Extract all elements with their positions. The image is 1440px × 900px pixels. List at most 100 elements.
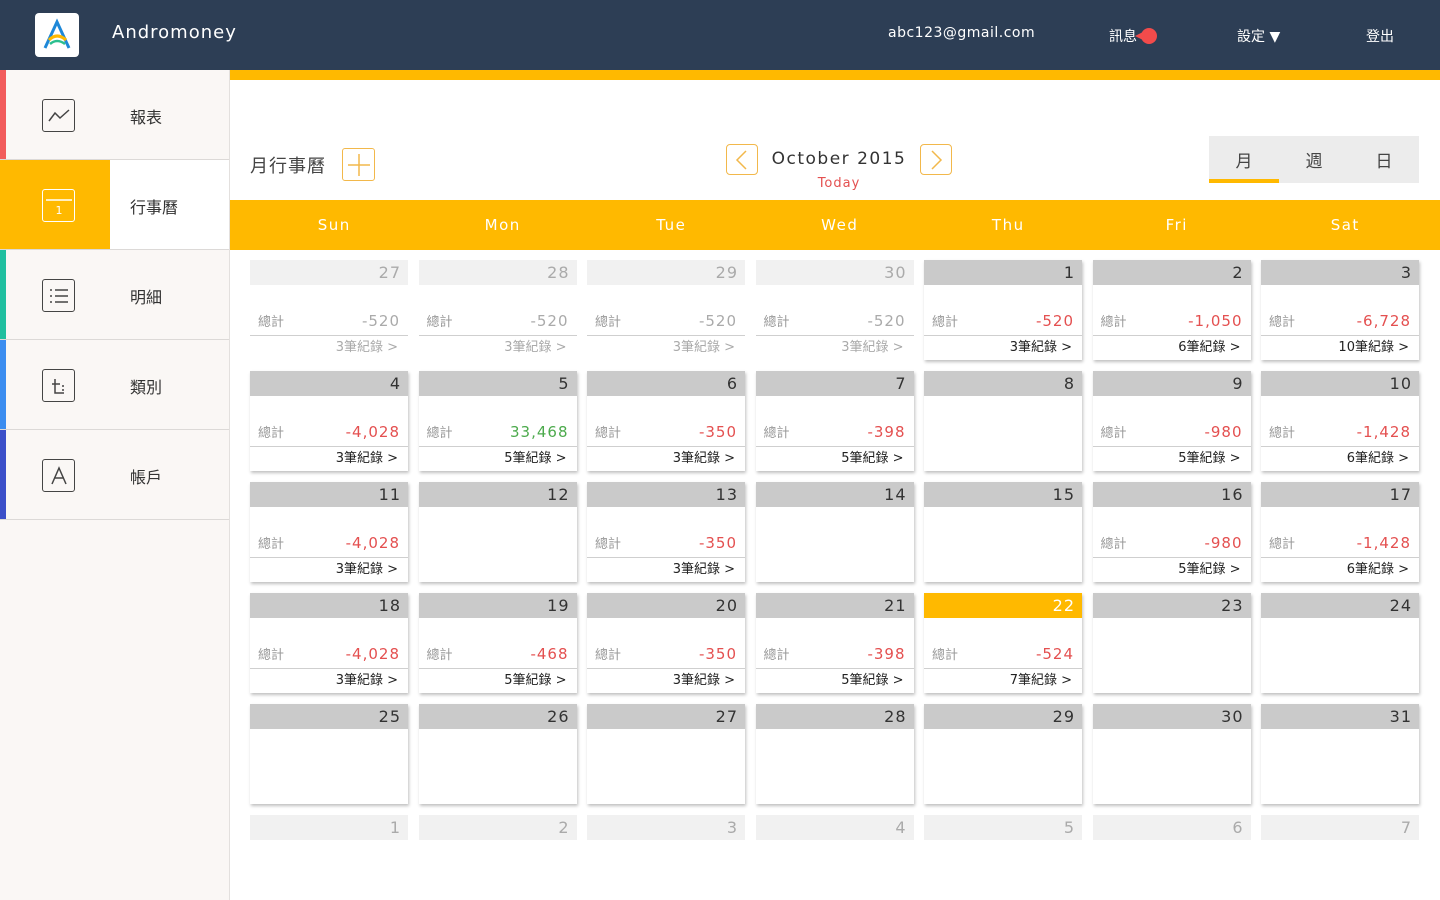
calendar-day-cell[interactable]: 6 <box>1092 815 1251 900</box>
calendar-day-cell[interactable]: 19 總計 -468 5筆紀錄 > <box>418 593 577 693</box>
total-amount: -520 <box>1035 312 1074 330</box>
logout-button[interactable]: 登出 <box>1366 26 1394 46</box>
calendar-day-cell[interactable]: 21 總計 -398 5筆紀錄 > <box>755 593 914 693</box>
calendar-day-cell[interactable]: 18 總計 -4,028 3筆紀錄 > <box>250 593 408 693</box>
next-month-button[interactable] <box>920 144 952 175</box>
calendar-day-cell[interactable]: 23 <box>1092 593 1251 693</box>
calendar-day-cell[interactable]: 26 <box>418 704 577 804</box>
calendar-day-cell[interactable]: 3 總計 -6,728 10筆紀錄 > <box>1261 260 1419 360</box>
calendar-day-cell[interactable]: 20 總計 -350 3筆紀錄 > <box>587 593 745 693</box>
day-total: 總計 -1,428 <box>1269 533 1411 552</box>
tab-week[interactable]: 週 <box>1279 136 1349 183</box>
calendar-day-cell[interactable]: 16 總計 -980 5筆紀錄 > <box>1092 482 1251 582</box>
records-link[interactable]: 6筆紀錄 > <box>1092 335 1251 360</box>
records-link[interactable]: 3筆紀錄 > <box>250 335 408 360</box>
accent-stripe <box>230 70 1440 80</box>
calendar-day-cell[interactable]: 29 總計 -520 3筆紀錄 > <box>587 260 745 360</box>
calendar-day-cell[interactable]: 4 <box>755 815 914 900</box>
tab-day[interactable]: 日 <box>1349 136 1419 183</box>
records-link[interactable]: 5筆紀錄 > <box>755 668 914 693</box>
calendar-day-cell[interactable]: 2 總計 -1,050 6筆紀錄 > <box>1092 260 1251 360</box>
records-link[interactable]: 3筆紀錄 > <box>250 668 408 693</box>
calendar-day-cell[interactable]: 17 總計 -1,428 6筆紀錄 > <box>1261 482 1419 582</box>
total-amount: -4,028 <box>345 534 400 552</box>
tab-month[interactable]: 月 <box>1209 136 1279 183</box>
chevron-left-icon <box>735 149 747 170</box>
records-link[interactable]: 3筆紀錄 > <box>587 668 745 693</box>
notification-badge-icon <box>1135 28 1157 44</box>
calendar-day-cell[interactable]: 4 總計 -4,028 3筆紀錄 > <box>250 371 408 471</box>
calendar-day-cell[interactable]: 7 <box>1261 815 1419 900</box>
calendar-day-cell[interactable]: 6 總計 -350 3筆紀錄 > <box>587 371 745 471</box>
calendar-day-cell[interactable]: 25 <box>250 704 408 804</box>
sidebar-item-calendar[interactable]: 1 行事曆 <box>0 160 229 250</box>
today-link[interactable]: Today <box>760 176 918 191</box>
calendar-day-cell[interactable]: 30 總計 -520 3筆紀錄 > <box>755 260 914 360</box>
weekday-label: Wed <box>821 216 859 234</box>
calendar-day-cell[interactable]: 5 <box>924 815 1082 900</box>
records-link[interactable]: 5筆紀錄 > <box>418 668 577 693</box>
day-number: 6 <box>587 371 745 396</box>
settings-menu[interactable]: 設定 ▼ <box>1237 26 1280 46</box>
records-link[interactable]: 7筆紀錄 > <box>924 668 1082 693</box>
calendar-day-cell[interactable]: 11 總計 -4,028 3筆紀錄 > <box>250 482 408 582</box>
calendar-day-cell[interactable]: 28 總計 -520 3筆紀錄 > <box>418 260 577 360</box>
sidebar-item-accounts[interactable]: 帳戶 <box>0 430 229 520</box>
calendar-day-cell[interactable]: 9 總計 -980 5筆紀錄 > <box>1092 371 1251 471</box>
calendar-day-cell[interactable]: 5 總計 33,468 5筆紀錄 > <box>418 371 577 471</box>
calendar-day-cell[interactable]: 29 <box>924 704 1082 804</box>
calendar-day-cell[interactable]: 3 <box>587 815 745 900</box>
calendar-day-cell[interactable]: 12 <box>418 482 577 582</box>
records-link[interactable]: 3筆紀錄 > <box>250 446 408 471</box>
sidebar-item-reports[interactable]: 報表 <box>0 70 229 160</box>
day-total: 總計 -4,028 <box>258 422 400 441</box>
calendar-day-cell[interactable]: 30 <box>1092 704 1251 804</box>
sidebar-item-details[interactable]: 明細 <box>0 250 229 340</box>
sidebar-item-label: 報表 <box>130 108 163 127</box>
records-link[interactable]: 5筆紀錄 > <box>1092 446 1251 471</box>
calendar-day-cell[interactable]: 15 <box>924 482 1082 582</box>
calendar-day-cell[interactable]: 31 <box>1261 704 1419 804</box>
app-logo[interactable] <box>35 13 79 57</box>
total-label: 總計 <box>595 537 622 552</box>
total-label: 總計 <box>595 426 622 441</box>
records-link[interactable]: 3筆紀錄 > <box>250 557 408 582</box>
records-link[interactable]: 10筆紀錄 > <box>1261 335 1419 360</box>
prev-month-button[interactable] <box>726 144 758 175</box>
calendar-day-cell[interactable]: 22 總計 -524 7筆紀錄 > <box>924 593 1082 693</box>
records-link[interactable]: 6筆紀錄 > <box>1261 446 1419 471</box>
sidebar-color-bar <box>0 340 6 429</box>
calendar-day-cell[interactable]: 7 總計 -398 5筆紀錄 > <box>755 371 914 471</box>
records-link[interactable]: 6筆紀錄 > <box>1261 557 1419 582</box>
records-link[interactable]: 3筆紀錄 > <box>924 335 1082 360</box>
records-link[interactable]: 3筆紀錄 > <box>755 335 914 360</box>
calendar-day-cell[interactable]: 2 <box>418 815 577 900</box>
calendar-day-cell[interactable]: 28 <box>755 704 914 804</box>
andromoney-logo-icon <box>43 18 71 49</box>
list-icon <box>42 279 75 312</box>
add-entry-button[interactable] <box>342 148 375 181</box>
calendar-day-cell[interactable]: 13 總計 -350 3筆紀錄 > <box>587 482 745 582</box>
calendar-day-cell[interactable]: 24 <box>1261 593 1419 693</box>
calendar-day-cell[interactable]: 8 <box>924 371 1082 471</box>
top-bar: Andromoney abc123@gmail.com 訊息 設定 ▼ 登出 <box>0 0 1440 70</box>
calendar-day-cell[interactable]: 27 <box>587 704 745 804</box>
calendar-day-cell[interactable]: 1 總計 -520 3筆紀錄 > <box>924 260 1082 360</box>
calendar-day-cell[interactable]: 10 總計 -1,428 6筆紀錄 > <box>1261 371 1419 471</box>
records-link[interactable]: 5筆紀錄 > <box>755 446 914 471</box>
sidebar-item-categories[interactable]: 類別 <box>0 340 229 430</box>
records-link[interactable]: 5筆紀錄 > <box>1092 557 1251 582</box>
records-link[interactable]: 3筆紀錄 > <box>418 335 577 360</box>
day-number: 18 <box>250 593 408 618</box>
messages-button[interactable]: 訊息 <box>1109 26 1157 46</box>
records-link[interactable]: 5筆紀錄 > <box>418 446 577 471</box>
total-amount: -4,028 <box>345 645 400 663</box>
calendar-day-cell[interactable]: 1 <box>250 815 408 900</box>
records-link[interactable]: 3筆紀錄 > <box>587 335 745 360</box>
day-total: 總計 -1,050 <box>1101 311 1243 330</box>
records-link[interactable]: 3筆紀錄 > <box>587 557 745 582</box>
records-link[interactable]: 3筆紀錄 > <box>587 446 745 471</box>
day-number: 17 <box>1261 482 1419 507</box>
calendar-day-cell[interactable]: 14 <box>755 482 914 582</box>
calendar-day-cell[interactable]: 27 總計 -520 3筆紀錄 > <box>250 260 408 360</box>
